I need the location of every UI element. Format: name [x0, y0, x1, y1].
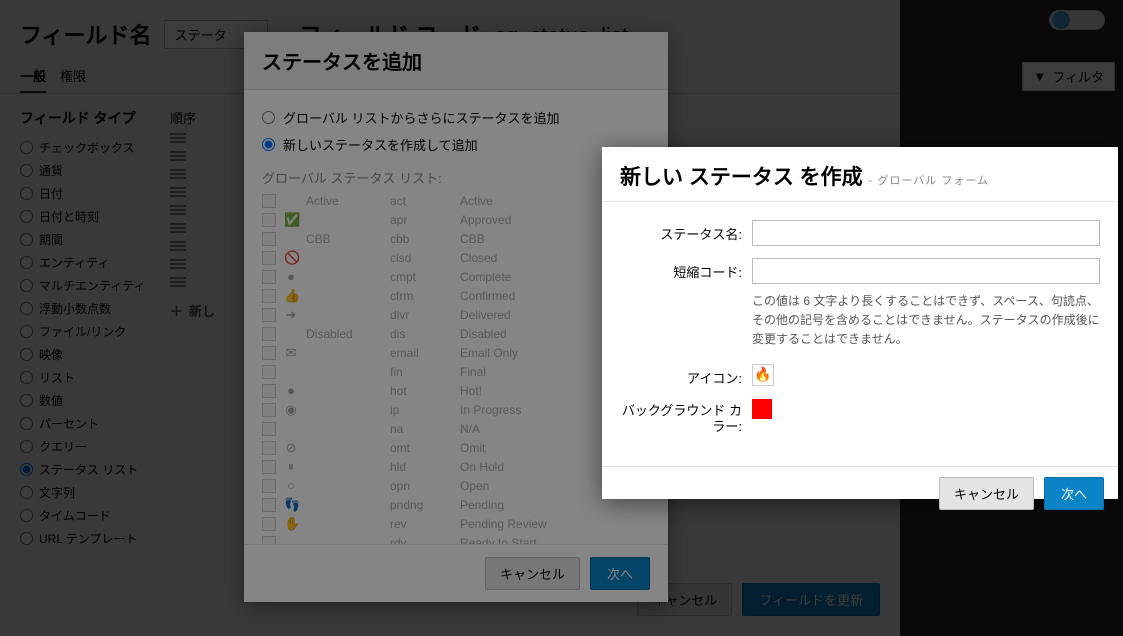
icon-label: アイコン:: [620, 364, 742, 387]
dialog-subtitle: - グローバル フォーム: [869, 172, 989, 188]
short-code-input[interactable]: [752, 258, 1100, 284]
dialog-title: 新しい ステータス を作成: [620, 161, 863, 191]
status-name-label: ステータス名:: [620, 220, 742, 243]
create-status-dialog: 新しい ステータス を作成 - グローバル フォーム ステータス名: 短縮コード…: [602, 147, 1118, 499]
short-code-help: この値は 6 文字より長くすることはできず、スペース、句読点、その他の記号を含め…: [752, 292, 1100, 350]
next-button[interactable]: 次へ: [1044, 477, 1104, 510]
icon-picker[interactable]: 🔥: [752, 364, 774, 386]
status-name-input[interactable]: [752, 220, 1100, 246]
cancel-button[interactable]: キャンセル: [939, 477, 1034, 510]
short-code-label: 短縮コード:: [620, 258, 742, 281]
bg-color-label: バックグラウンド カラー:: [620, 399, 742, 437]
bg-color-picker[interactable]: [752, 399, 772, 419]
